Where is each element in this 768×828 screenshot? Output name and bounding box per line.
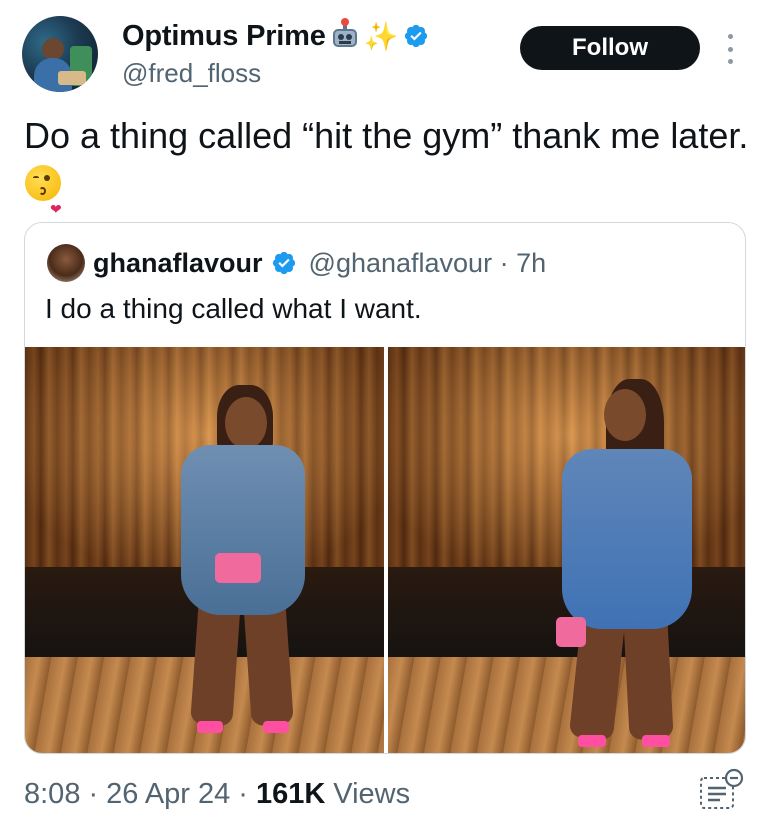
quoted-media-grid xyxy=(25,347,745,753)
more-vertical-icon[interactable] xyxy=(722,34,738,64)
follow-button[interactable]: Follow xyxy=(520,26,700,70)
author-name[interactable]: Optimus Prime xyxy=(122,20,326,53)
tweet-date[interactable]: 26 Apr 24 xyxy=(106,778,230,811)
tweet-text: Do a thing called “hit the gym” thank me… xyxy=(24,112,754,218)
verified-badge-icon xyxy=(404,24,427,48)
quoted-handle-text: @ghanaflavour xyxy=(308,247,493,278)
robot-icon xyxy=(330,18,360,51)
quoted-tweet[interactable]: ghanaflavour @ghanaflavour · 7h I do a t… xyxy=(24,222,746,754)
quoted-photo-2[interactable] xyxy=(388,347,745,753)
analytics-icon[interactable] xyxy=(698,768,744,812)
author-name-row: Optimus Prime ✨ xyxy=(122,16,429,56)
sparkles-icon: ✨ xyxy=(363,20,399,52)
quoted-text: I do a thing called what I want. xyxy=(45,293,422,324)
tweet-time[interactable]: 8:08 xyxy=(24,778,80,811)
separator-dot: · xyxy=(499,247,509,278)
face-blowing-kiss-icon: ❤ xyxy=(24,164,62,218)
quoted-author-name: ghanaflavour xyxy=(93,247,263,278)
quoted-avatar xyxy=(47,244,85,282)
views-count: 161K xyxy=(255,778,326,810)
quoted-age: 7h xyxy=(516,247,547,278)
tweet-text-content: Do a thing called “hit the gym” thank me… xyxy=(24,115,749,156)
author-handle[interactable]: @fred_floss xyxy=(122,58,261,89)
quoted-photo-1[interactable] xyxy=(25,347,384,753)
separator-dot: · xyxy=(238,778,248,810)
views-label: Views xyxy=(333,778,411,810)
author-avatar[interactable] xyxy=(22,16,98,92)
quoted-handle: @ghanaflavour · 7h xyxy=(309,248,547,279)
tweet-meta: 8:08 · 26 Apr 24 · 161K Views xyxy=(24,778,410,811)
quoted-header: ghanaflavour @ghanaflavour · 7h xyxy=(47,243,546,283)
verified-badge-icon xyxy=(272,251,295,275)
separator-dot: · xyxy=(88,778,99,810)
